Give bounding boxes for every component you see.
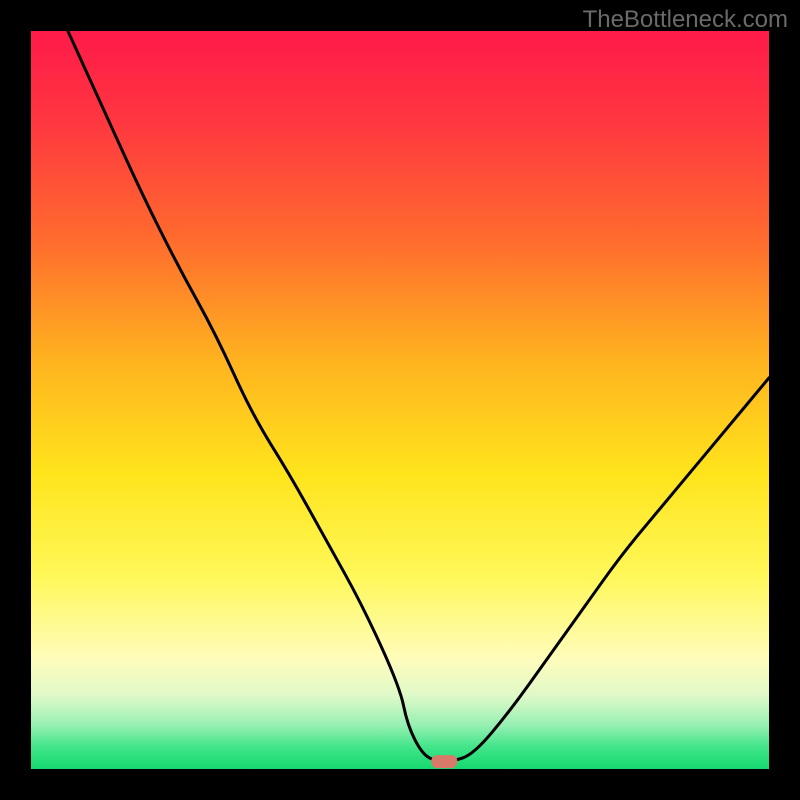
bottleneck-curve [68, 31, 769, 762]
bottleneck-curve-svg [31, 31, 769, 769]
optimal-marker [431, 755, 457, 768]
plot-area [31, 31, 769, 769]
watermark-text: TheBottleneck.com [583, 6, 788, 34]
chart-frame: TheBottleneck.com [0, 0, 800, 800]
